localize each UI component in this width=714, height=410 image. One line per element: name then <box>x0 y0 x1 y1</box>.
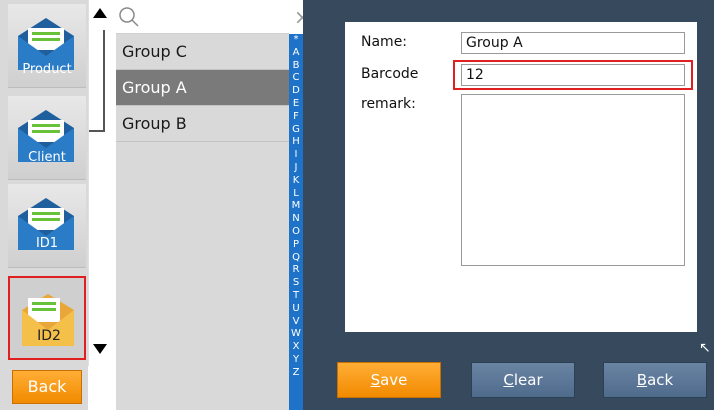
nav-label-id1: ID1 <box>35 236 59 251</box>
barcode-field[interactable]: 12 <box>461 64 685 86</box>
name-field[interactable]: Group A <box>461 32 685 54</box>
index-letter[interactable]: F <box>293 111 299 124</box>
index-letter[interactable]: D <box>292 85 300 98</box>
detail-panel: Name: Group A Barcode 12 remark: ↖ Save … <box>303 0 714 410</box>
nav-item-product[interactable]: Product <box>8 4 86 88</box>
index-letter[interactable]: H <box>292 136 300 149</box>
remark-field[interactable] <box>461 94 685 266</box>
back-button[interactable]: Back <box>12 370 82 404</box>
index-letter[interactable]: K <box>293 175 300 188</box>
clear-button[interactable]: Clear <box>471 362 575 398</box>
back-mnemonic: B <box>636 371 648 389</box>
index-letter[interactable]: Y <box>293 354 299 367</box>
index-letter[interactable]: R <box>293 264 300 277</box>
nav-item-id2[interactable]: ID2 <box>8 276 86 360</box>
index-letter[interactable]: P <box>293 239 299 252</box>
sidebar-scrollbar[interactable] <box>88 0 116 366</box>
index-letter[interactable]: L <box>293 188 299 201</box>
name-label: Name: <box>361 34 408 50</box>
alphabet-index[interactable]: * A B C D E F G H I J K L M N O P Q R S T U V W X Y Z <box>289 34 303 410</box>
index-letter[interactable]: N <box>292 213 299 226</box>
index-letter[interactable]: Q <box>292 252 300 265</box>
index-letter[interactable]: M <box>292 200 301 213</box>
list-item-group-b[interactable]: Group B <box>116 106 289 142</box>
barcode-label: Barcode <box>361 66 419 82</box>
index-letter[interactable]: G <box>292 124 300 137</box>
index-letter[interactable]: X <box>293 341 300 354</box>
clear-mnemonic: C <box>503 371 514 389</box>
index-letter[interactable]: V <box>293 316 300 329</box>
index-letter[interactable]: E <box>293 98 299 111</box>
list-item-group-c[interactable]: Group C <box>116 34 289 70</box>
save-mnemonic: S <box>370 371 381 389</box>
index-letter[interactable]: O <box>292 226 300 239</box>
index-letter[interactable]: J <box>295 162 298 175</box>
nav-item-client[interactable]: Client <box>8 96 86 180</box>
scroll-up-icon[interactable] <box>93 8 107 18</box>
nav-label-product: Product <box>22 62 72 77</box>
nav-label-client: Client <box>28 150 66 165</box>
back-button-right[interactable]: Back <box>603 362 707 398</box>
index-letter[interactable]: U <box>292 303 299 316</box>
nav-label-id2: ID2 <box>37 328 61 344</box>
search-input[interactable]: × <box>116 0 311 34</box>
scroll-down-icon[interactable] <box>93 344 107 354</box>
index-letter[interactable]: W <box>291 328 301 341</box>
nav-item-id1[interactable]: ID1 <box>8 184 86 268</box>
index-letter[interactable]: S <box>293 277 299 290</box>
clear-label: lear <box>513 371 543 389</box>
category-sidebar: Product Client ID1 ID2 Back <box>0 0 88 410</box>
scroll-thumb[interactable] <box>89 30 105 132</box>
index-letter[interactable]: B <box>293 60 300 73</box>
group-form: Name: Group A Barcode 12 remark: <box>345 22 697 332</box>
list-item-group-a[interactable]: Group A <box>116 70 289 106</box>
group-list-panel: × Group C Group A Group B <box>116 0 311 410</box>
remark-label: remark: <box>361 96 416 112</box>
index-letter[interactable]: C <box>293 72 300 85</box>
index-letter[interactable]: Z <box>293 367 300 380</box>
save-button[interactable]: Save <box>337 362 441 398</box>
back-label: ack <box>647 371 674 389</box>
index-letter[interactable]: T <box>293 290 299 303</box>
search-icon <box>119 7 139 27</box>
save-label: ave <box>380 371 408 389</box>
mouse-cursor-icon: ↖ <box>699 340 711 356</box>
index-letter[interactable]: * <box>294 34 299 47</box>
index-letter[interactable]: I <box>295 149 298 162</box>
group-list: Group C Group A Group B <box>116 34 289 410</box>
index-letter[interactable]: A <box>293 47 300 60</box>
